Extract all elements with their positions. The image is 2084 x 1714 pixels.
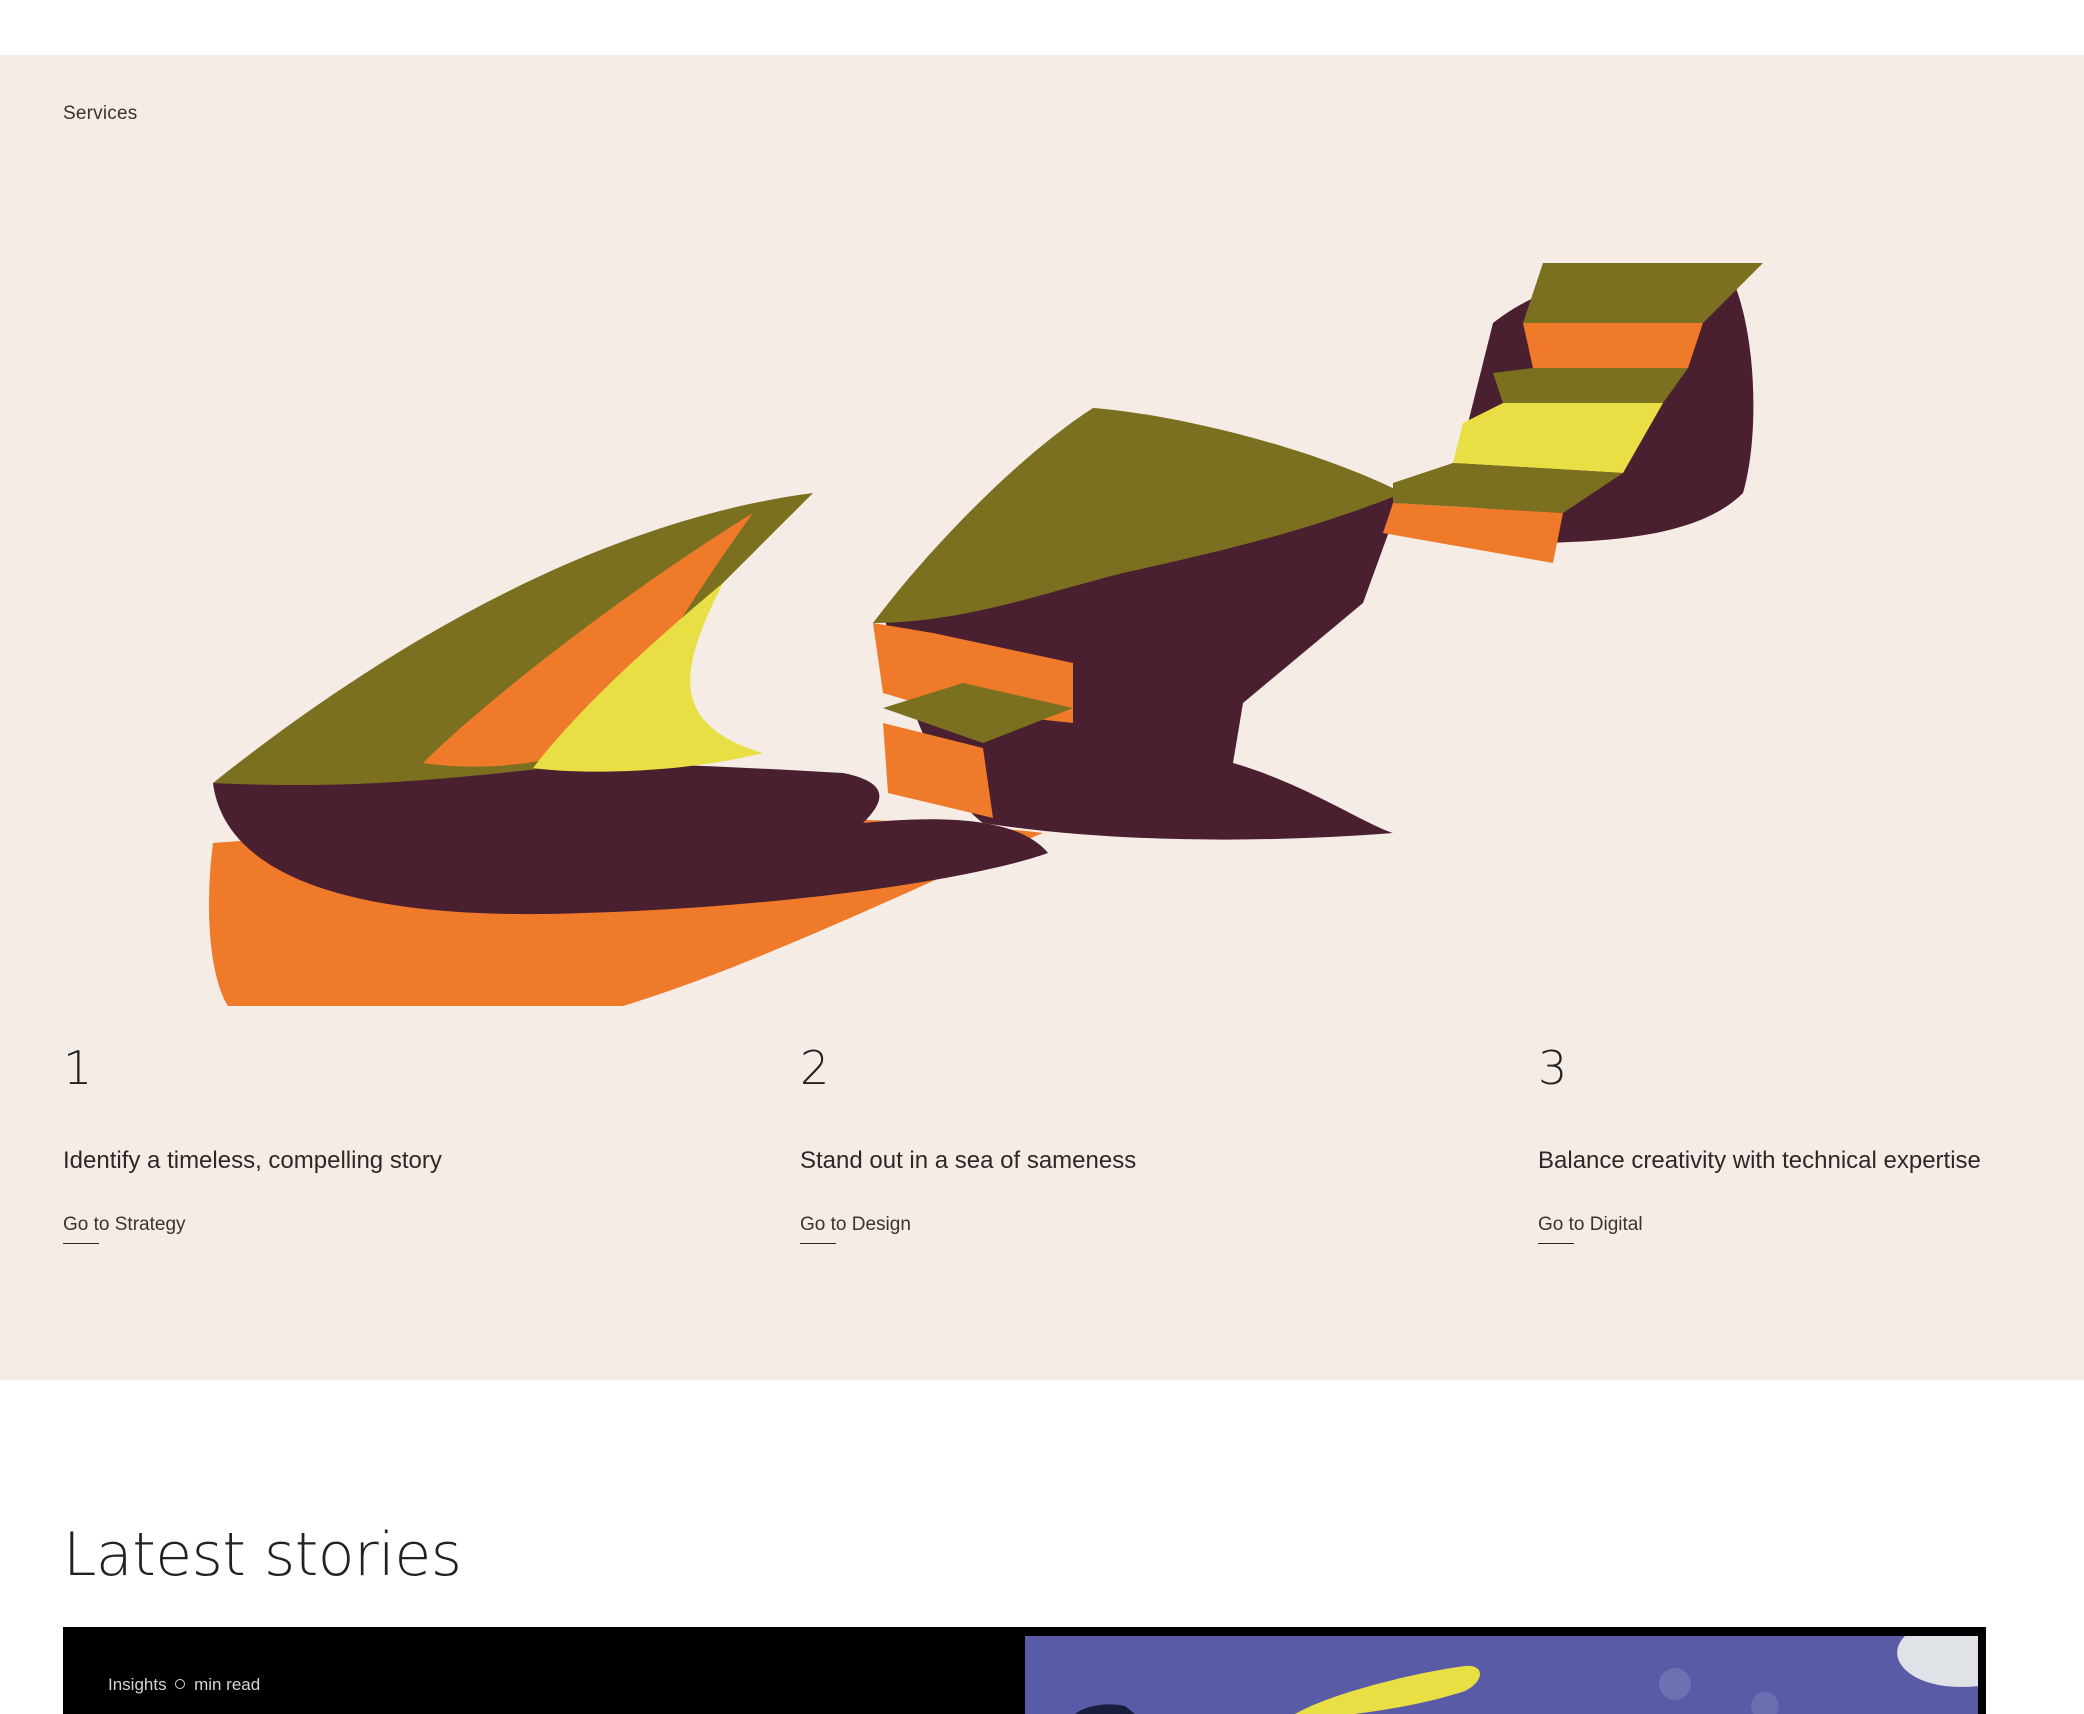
service-description: Stand out in a sea of sameness [800,1147,1137,1174]
story-thumbnail[interactable] [1025,1636,1978,1714]
section-label: Services [63,103,138,124]
service-number: 1 [63,1041,93,1095]
latest-stories-heading: Latest stories [63,1520,462,1590]
services-section: Services 1 Identify a timeless, compelli… [0,55,2084,1380]
story-category: Insights [108,1675,167,1694]
separator-dot-icon [175,1679,186,1689]
go-to-design-link[interactable]: Go to Design [800,1214,911,1244]
top-strip [0,0,2084,55]
go-to-strategy-link[interactable]: Go to Strategy [63,1214,186,1244]
story-card[interactable]: Insights min read [63,1627,1986,1714]
service-item-2: 2 Stand out in a sea of sameness Go to D… [800,1045,1360,1244]
story-thumbnail-art [1025,1636,1978,1714]
services-illustration [208,263,1763,1006]
service-number: 2 [800,1041,830,1095]
service-description: Balance creativity with technical expert… [1538,1147,1981,1174]
illustration-middle-shape [873,408,1403,840]
story-read-time: min read [194,1675,261,1694]
service-item-3: 3 Balance creativity with technical expe… [1538,1045,2084,1244]
illustration-right-shape [1383,263,1763,563]
service-item-1: 1 Identify a timeless, compelling story … [63,1045,623,1244]
service-description: Identify a timeless, compelling story [63,1147,442,1174]
story-meta: Insights min read [108,1675,260,1695]
service-number: 3 [1538,1041,1568,1095]
go-to-digital-link[interactable]: Go to Digital [1538,1214,1643,1244]
